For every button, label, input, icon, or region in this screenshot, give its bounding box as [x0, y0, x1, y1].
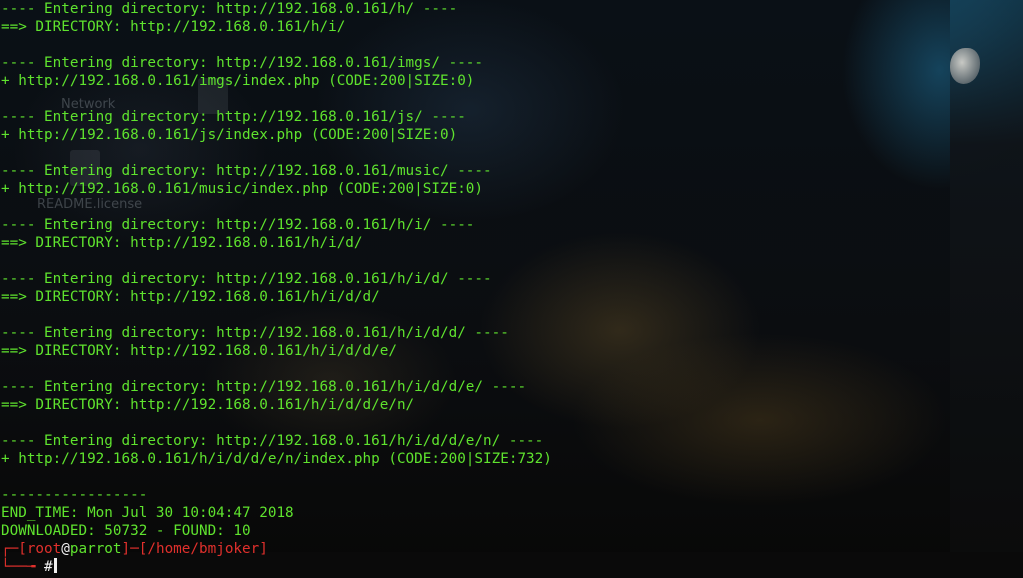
terminal-line: + http://192.168.0.161/music/index.php (…: [1, 181, 484, 197]
text-cursor: [53, 558, 57, 573]
terminal-line: + http://192.168.0.161/js/index.php (COD…: [1, 127, 458, 143]
prompt-line: ┌─[root@parrot]─[/home/bmjoker]: [1, 540, 268, 558]
terminal-line: DOWNLOADED: 50732 - FOUND: 10: [1, 523, 251, 539]
prompt-at: @: [61, 541, 70, 557]
terminal-line: + http://192.168.0.161/h/i/d/d/e/n/index…: [1, 451, 552, 467]
prompt-symbol: #: [44, 559, 53, 575]
terminal-line: ---- Entering directory: http://192.168.…: [1, 433, 544, 449]
terminal-line: ---- Entering directory: http://192.168.…: [1, 325, 509, 341]
terminal-line: ---- Entering directory: http://192.168.…: [1, 55, 484, 71]
terminal-line: ---- Entering directory: http://192.168.…: [1, 379, 527, 395]
terminal-line: ==> DIRECTORY: http://192.168.0.161/h/i/…: [1, 343, 397, 359]
prompt-host: parrot: [69, 541, 122, 557]
prompt-corner: ┌─[: [1, 541, 27, 557]
terminal-line: + http://192.168.0.161/imgs/index.php (C…: [1, 73, 475, 89]
prompt-separator: ]─[: [121, 541, 148, 557]
terminal-line: ==> DIRECTORY: http://192.168.0.161/h/i/…: [1, 289, 380, 305]
terminal-line: ---- Entering directory: http://192.168.…: [1, 163, 492, 179]
terminal-window[interactable]: ---- Entering directory: http://192.168.…: [0, 0, 1023, 578]
prompt-user: root: [26, 541, 62, 557]
terminal-line: ==> DIRECTORY: http://192.168.0.161/h/i/: [1, 19, 346, 35]
prompt-corner-bottom: └──╼: [1, 559, 45, 575]
terminal-line: ---- Entering directory: http://192.168.…: [1, 109, 466, 125]
prompt-path: /home/bmjoker: [147, 541, 260, 557]
terminal-line: ---- Entering directory: http://192.168.…: [1, 217, 475, 233]
terminal-line: ---- Entering directory: http://192.168.…: [1, 271, 492, 287]
terminal-line: ---- Entering directory: http://192.168.…: [1, 1, 458, 17]
terminal-line: ==> DIRECTORY: http://192.168.0.161/h/i/…: [1, 235, 363, 251]
terminal-line: -----------------: [1, 487, 148, 503]
command-input-line[interactable]: └──╼ #: [1, 558, 57, 576]
prompt-close: ]: [259, 541, 268, 557]
terminal-line: ==> DIRECTORY: http://192.168.0.161/h/i/…: [1, 397, 415, 413]
terminal-line: END_TIME: Mon Jul 30 10:04:47 2018: [1, 505, 294, 521]
